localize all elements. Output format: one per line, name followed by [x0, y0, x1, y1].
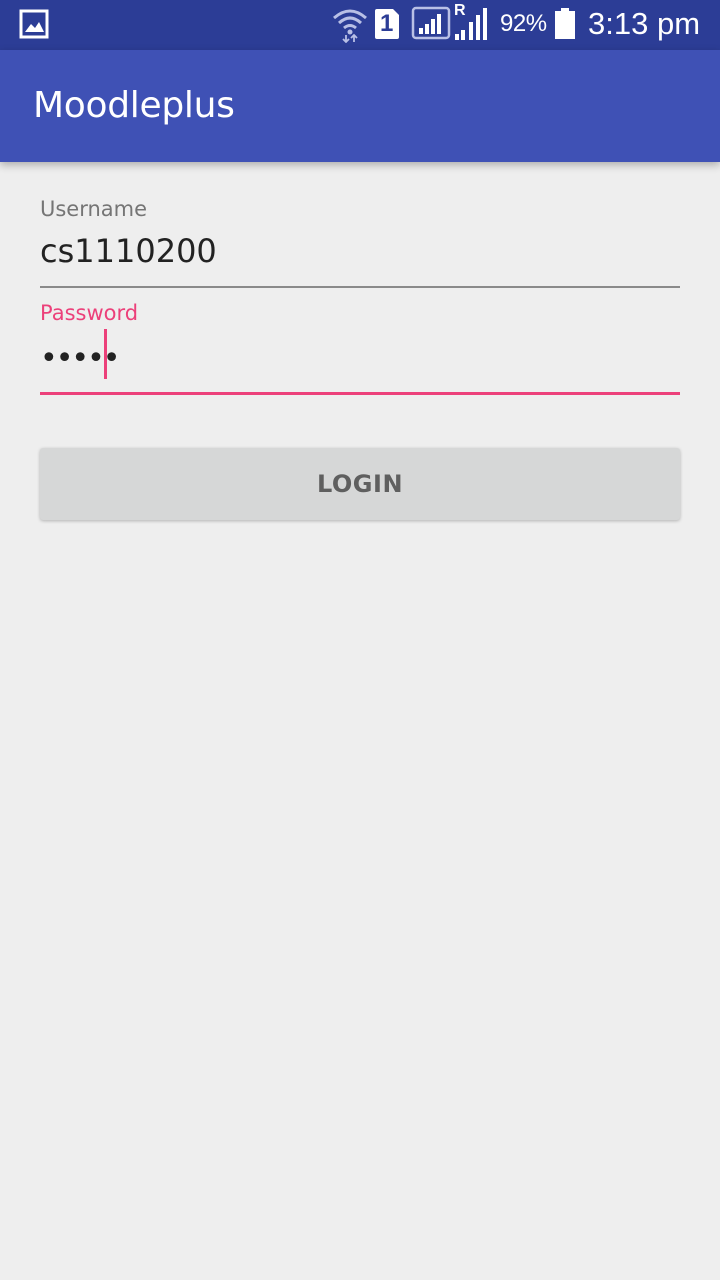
username-input[interactable]: cs1110200 [40, 231, 217, 271]
app-bar: Moodleplus [0, 50, 720, 162]
roaming-signal-icon: R [452, 2, 490, 42]
username-field[interactable]: Username cs1110200 [40, 192, 680, 292]
sim-slot-label: 1 [380, 10, 394, 37]
login-button[interactable]: LOGIN [40, 448, 680, 520]
clock: 3:13 pm [588, 6, 701, 41]
password-field[interactable]: Password ••••• [40, 297, 680, 397]
username-label: Username [40, 197, 148, 221]
username-underline [40, 286, 680, 288]
password-label: Password [40, 301, 139, 325]
password-underline [40, 392, 680, 395]
signal-icon [411, 6, 451, 40]
wifi-icon [333, 9, 367, 43]
sim-1-icon: 1 [373, 7, 401, 41]
battery-percent: 92% [500, 10, 547, 37]
app-title: Moodleplus [33, 85, 235, 126]
gallery-icon [19, 9, 49, 39]
battery-icon [555, 8, 575, 39]
status-bar: 1 R 92% 3:13 pm [0, 0, 720, 50]
login-button-label: LOGIN [316, 470, 404, 498]
text-cursor [104, 329, 107, 379]
